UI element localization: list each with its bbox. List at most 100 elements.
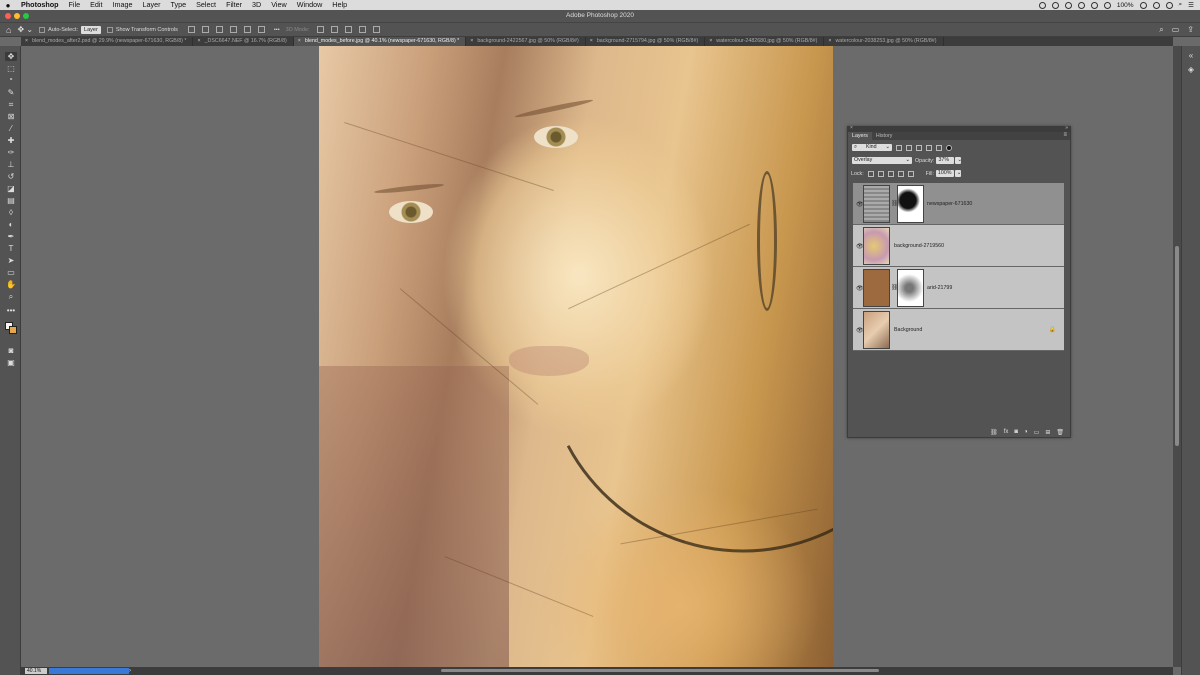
lock-image-icon[interactable] [877,170,884,177]
lasso-tool-icon[interactable]: ᐤ [5,76,17,85]
zoom-window-button[interactable] [23,13,29,19]
clone-stamp-tool-icon[interactable]: ⊥ [5,160,17,169]
home-icon[interactable]: ⌂ [6,25,11,35]
layer-name[interactable]: Background [894,327,922,333]
pen-tool-icon[interactable]: ✒ [5,232,17,241]
creative-cloud-icon[interactable] [1051,1,1059,9]
shape-tool-icon[interactable]: ▭ [5,268,17,277]
lock-transparent-icon[interactable] [867,170,874,177]
close-tab-icon[interactable]: × [828,37,831,46]
eraser-tool-icon[interactable]: ◪ [5,184,17,193]
blend-mode-dropdown[interactable]: Overlay ⌄ [852,157,912,164]
opacity-slider-toggle[interactable]: ⌄ [955,157,962,164]
volume-icon[interactable] [1090,1,1098,9]
frame-tool-icon[interactable]: ⊠ [5,112,17,121]
link-layers-icon[interactable]: ⛓ [990,429,998,436]
sync-icon[interactable] [1064,1,1072,9]
fx-icon[interactable]: fx [1004,429,1009,435]
fill-field[interactable]: 100% [935,170,954,177]
vertical-scrollbar[interactable] [1173,46,1181,667]
dodge-tool-icon[interactable]: ◐ [5,220,17,229]
siri-icon[interactable] [1165,1,1173,9]
healing-brush-tool-icon[interactable]: ✚ [5,136,17,145]
menu-filter[interactable]: Filter [221,0,247,10]
layer-row-newspaper[interactable]: 👁 ⛓ newspaper-671630 [853,183,1064,225]
layer-name[interactable]: background-2719560 [894,243,944,249]
close-tab-icon[interactable]: × [470,37,473,46]
horizontal-scroll-thumb[interactable] [441,669,879,672]
menu-layer[interactable]: Layer [138,0,166,10]
menu-image[interactable]: Image [108,0,138,10]
tab-background-2715794[interactable]: × background-2715794.jpg @ 50% (RGB/8#) [586,37,706,46]
layers-panel-icon[interactable]: ◈ [1186,66,1196,74]
spotlight-icon[interactable]: ⌕ [1179,1,1183,9]
vertical-scroll-thumb[interactable] [1175,246,1179,446]
scale-3d-icon[interactable] [372,26,380,33]
lock-artboard-icon[interactable] [897,170,904,177]
minimize-window-button[interactable] [14,13,20,19]
align-right-icon[interactable] [215,26,223,33]
brush-tool-icon[interactable]: ✑ [5,148,17,157]
screen-mode-icon[interactable]: ▣ [5,358,17,367]
collapse-dock-icon[interactable]: « [1186,52,1196,60]
path-selection-tool-icon[interactable]: ➤ [5,256,17,265]
tab-watercolour-2482680[interactable]: × watercolour-2482680.jpg @ 50% (RGB/8#) [705,37,825,46]
layer-row-background-2719560[interactable]: 👁 background-2719560 [853,225,1064,267]
filter-type-icon[interactable] [916,144,922,151]
hand-tool-icon[interactable]: ✋ [5,280,17,289]
close-tab-icon[interactable]: × [197,37,200,46]
zoom-tool-icon[interactable]: ⌕ [5,292,17,301]
auto-select-dropdown[interactable]: Layer [81,25,101,34]
marquee-tool-icon[interactable]: ⬚ [5,64,17,73]
filter-pixel-icon[interactable] [896,144,902,151]
show-transform-checkbox[interactable] [106,26,113,33]
search-icon[interactable]: ⌕ [1159,25,1163,35]
menu-type[interactable]: Type [165,0,191,10]
filter-adjustment-icon[interactable] [906,144,912,151]
document-image[interactable] [319,46,833,667]
roll-3d-icon[interactable] [330,26,338,33]
menu-window[interactable]: Window [292,0,328,10]
collapse-panel-icon[interactable]: » [1065,125,1068,131]
user-icon[interactable] [1152,1,1160,9]
battery-percent[interactable]: 100% [1117,2,1134,9]
menu-view[interactable]: View [266,0,291,10]
clock-icon[interactable] [1139,1,1147,9]
slide-3d-icon[interactable] [358,26,366,33]
pan-3d-icon[interactable] [344,26,352,33]
filter-smart-object-icon[interactable] [936,144,942,151]
tab-dsc6647[interactable]: × _DSC6647.NEF @ 16.7% (RGB/8) [193,37,294,46]
quick-mask-icon[interactable]: ◙ [5,346,17,355]
orbit-3d-icon[interactable] [316,26,324,33]
share-icon[interactable]: ⇪ [1187,25,1194,35]
close-panel-icon[interactable]: × [850,125,853,131]
add-mask-icon[interactable]: ◙ [1014,429,1018,435]
lock-icon[interactable]: 🔒 [1049,326,1056,333]
color-swatches-icon[interactable] [5,320,17,334]
quick-select-tool-icon[interactable]: ✎ [5,88,17,97]
tab-blend-modes-after2[interactable]: × blend_modes_after2.psd @ 29.9% (newspap… [21,37,194,46]
layer-mask-thumbnail[interactable] [897,269,924,307]
workspace-icon[interactable]: ▭ [1172,25,1180,35]
layer-row-background[interactable]: 👁 Background 🔒 [853,309,1064,351]
layer-name[interactable]: newspaper-671630 [927,201,972,207]
opacity-field[interactable]: 37% [936,157,955,164]
tab-watercolour-2038253[interactable]: × watercolour-2038253.jpg @ 50% (RGB/8#) [824,37,944,46]
filter-kind-dropdown[interactable]: ⌕ Kind ⌄ [852,144,892,151]
new-layer-icon[interactable]: ⊞ [1045,429,1050,436]
apple-icon[interactable]: ● [0,1,16,10]
align-left-icon[interactable] [187,26,195,33]
move-tool-preset-icon[interactable]: ✥ ⌄ [17,25,33,34]
blur-tool-icon[interactable]: ◊ [5,208,17,217]
align-bottom-icon[interactable] [257,26,265,33]
lock-all-icon[interactable] [907,170,914,177]
layer-name[interactable]: arid-21799 [927,285,952,291]
menu-3d[interactable]: 3D [247,0,266,10]
time-machine-icon[interactable] [1077,1,1085,9]
zoom-level-field[interactable]: 40.1% [25,668,47,674]
crop-tool-icon[interactable]: ⌗ [5,100,17,109]
menu-edit[interactable]: Edit [85,0,107,10]
menu-select[interactable]: Select [191,0,221,10]
edit-toolbar-icon[interactable]: ••• [5,306,17,315]
menu-help[interactable]: Help [327,0,352,10]
